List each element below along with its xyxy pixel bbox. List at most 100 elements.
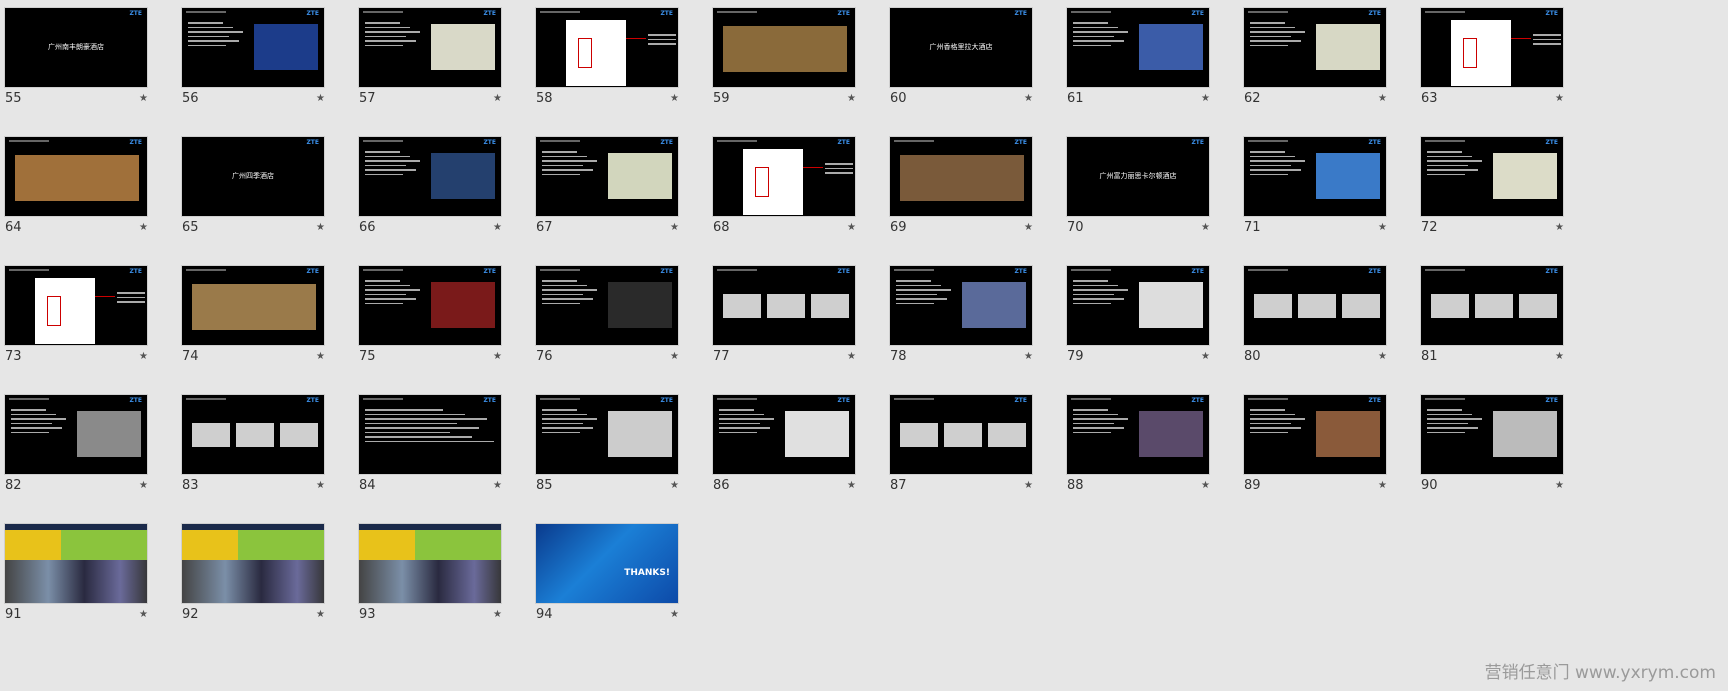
slide-thumbnail-item[interactable]: ZTE 82 ★ <box>0 387 162 497</box>
star-icon[interactable]: ★ <box>670 480 679 491</box>
slide-thumbnail[interactable]: ZTE <box>712 7 856 88</box>
slide-thumbnail[interactable]: ZTE <box>1420 265 1564 346</box>
star-icon[interactable]: ★ <box>1378 480 1387 491</box>
slide-thumbnail[interactable]: ZTE 广州南丰朗豪酒店 <box>4 7 148 88</box>
slide-thumbnail-item[interactable]: ZTE 80 ★ <box>1239 258 1401 368</box>
slide-thumbnail[interactable]: ZTE <box>1420 394 1564 475</box>
star-icon[interactable]: ★ <box>1378 222 1387 233</box>
star-icon[interactable]: ★ <box>316 351 325 362</box>
slide-thumbnail[interactable]: ZTE <box>535 7 679 88</box>
slide-thumbnail[interactable]: ZTE <box>535 265 679 346</box>
star-icon[interactable]: ★ <box>670 93 679 104</box>
star-icon[interactable]: ★ <box>139 351 148 362</box>
star-icon[interactable]: ★ <box>139 609 148 620</box>
slide-thumbnail-item[interactable]: ZTE 56 ★ <box>177 0 339 110</box>
slide-thumbnail-item[interactable]: ZTE 85 ★ <box>531 387 693 497</box>
slide-thumbnail[interactable] <box>4 523 148 604</box>
slide-thumbnail[interactable]: ZTE <box>1243 394 1387 475</box>
star-icon[interactable]: ★ <box>316 93 325 104</box>
star-icon[interactable]: ★ <box>670 222 679 233</box>
slide-thumbnail-item[interactable]: 93 ★ <box>354 516 516 626</box>
slide-thumbnail[interactable]: ZTE <box>1420 7 1564 88</box>
star-icon[interactable]: ★ <box>1555 222 1564 233</box>
star-icon[interactable]: ★ <box>493 351 502 362</box>
slide-thumbnail[interactable]: ZTE <box>1243 7 1387 88</box>
slide-thumbnail-item[interactable]: ZTE 88 ★ <box>1062 387 1224 497</box>
star-icon[interactable]: ★ <box>493 93 502 104</box>
slide-thumbnail[interactable]: THANKS! <box>535 523 679 604</box>
slide-thumbnail-item[interactable]: 92 ★ <box>177 516 339 626</box>
slide-thumbnail[interactable]: ZTE 广州富力丽思卡尔顿酒店 <box>1066 136 1210 217</box>
slide-thumbnail-item[interactable]: ZTE 73 ★ <box>0 258 162 368</box>
star-icon[interactable]: ★ <box>1555 480 1564 491</box>
slide-thumbnail-item[interactable]: ZTE 74 ★ <box>177 258 339 368</box>
slide-thumbnail-item[interactable]: ZTE 64 ★ <box>0 129 162 239</box>
slide-thumbnail[interactable]: ZTE <box>358 265 502 346</box>
star-icon[interactable]: ★ <box>847 93 856 104</box>
slide-thumbnail[interactable]: ZTE <box>889 136 1033 217</box>
slide-thumbnail[interactable]: ZTE <box>4 265 148 346</box>
star-icon[interactable]: ★ <box>1201 351 1210 362</box>
star-icon[interactable]: ★ <box>316 222 325 233</box>
slide-thumbnail-item[interactable]: ZTE 57 ★ <box>354 0 516 110</box>
slide-thumbnail[interactable]: ZTE <box>712 394 856 475</box>
star-icon[interactable]: ★ <box>1024 480 1033 491</box>
slide-thumbnail-item[interactable]: ZTE 75 ★ <box>354 258 516 368</box>
slide-thumbnail[interactable]: ZTE <box>181 265 325 346</box>
star-icon[interactable]: ★ <box>847 480 856 491</box>
slide-thumbnail-item[interactable]: ZTE 84 ★ <box>354 387 516 497</box>
star-icon[interactable]: ★ <box>1201 93 1210 104</box>
slide-thumbnail-item[interactable]: ZTE 58 ★ <box>531 0 693 110</box>
slide-thumbnail-item[interactable]: ZTE 广州富力丽思卡尔顿酒店 70 ★ <box>1062 129 1224 239</box>
slide-thumbnail[interactable] <box>358 523 502 604</box>
slide-thumbnail[interactable]: ZTE <box>1243 136 1387 217</box>
slide-thumbnail[interactable]: ZTE <box>535 136 679 217</box>
slide-thumbnail-item[interactable]: ZTE 76 ★ <box>531 258 693 368</box>
star-icon[interactable]: ★ <box>493 480 502 491</box>
slide-thumbnail-item[interactable]: ZTE 79 ★ <box>1062 258 1224 368</box>
slide-thumbnail-item[interactable]: ZTE 59 ★ <box>708 0 870 110</box>
slide-thumbnail[interactable]: ZTE <box>712 136 856 217</box>
slide-thumbnail[interactable]: ZTE <box>535 394 679 475</box>
star-icon[interactable]: ★ <box>847 222 856 233</box>
slide-thumbnail-item[interactable]: ZTE 87 ★ <box>885 387 1047 497</box>
slide-thumbnail[interactable]: ZTE <box>1243 265 1387 346</box>
slide-thumbnail-item[interactable]: ZTE 广州四季酒店 65 ★ <box>177 129 339 239</box>
slide-thumbnail-item[interactable]: ZTE 83 ★ <box>177 387 339 497</box>
slide-thumbnail-item[interactable]: ZTE 89 ★ <box>1239 387 1401 497</box>
slide-thumbnail-item[interactable]: ZTE 广州南丰朗豪酒店 55 ★ <box>0 0 162 110</box>
star-icon[interactable]: ★ <box>316 609 325 620</box>
slide-thumbnail[interactable]: ZTE <box>712 265 856 346</box>
slide-thumbnail[interactable]: ZTE <box>889 265 1033 346</box>
star-icon[interactable]: ★ <box>670 609 679 620</box>
slide-thumbnail[interactable]: ZTE <box>358 394 502 475</box>
slide-thumbnail-item[interactable]: ZTE 广州香格里拉大酒店 60 ★ <box>885 0 1047 110</box>
star-icon[interactable]: ★ <box>1024 93 1033 104</box>
star-icon[interactable]: ★ <box>1024 222 1033 233</box>
slide-thumbnail[interactable]: ZTE <box>4 136 148 217</box>
slide-thumbnail[interactable]: ZTE <box>1066 265 1210 346</box>
slide-thumbnail[interactable]: ZTE <box>181 394 325 475</box>
star-icon[interactable]: ★ <box>316 480 325 491</box>
slide-thumbnail-item[interactable]: ZTE 66 ★ <box>354 129 516 239</box>
star-icon[interactable]: ★ <box>670 351 679 362</box>
slide-thumbnail-item[interactable]: ZTE 90 ★ <box>1416 387 1578 497</box>
slide-thumbnail-item[interactable]: ZTE 77 ★ <box>708 258 870 368</box>
slide-thumbnail-item[interactable]: THANKS! 94 ★ <box>531 516 693 626</box>
slide-thumbnail[interactable] <box>181 523 325 604</box>
slide-thumbnail-item[interactable]: ZTE 72 ★ <box>1416 129 1578 239</box>
star-icon[interactable]: ★ <box>1378 351 1387 362</box>
star-icon[interactable]: ★ <box>1555 93 1564 104</box>
slide-thumbnail-item[interactable]: 91 ★ <box>0 516 162 626</box>
slide-thumbnail[interactable]: ZTE <box>889 394 1033 475</box>
slide-thumbnail[interactable]: ZTE <box>1066 7 1210 88</box>
slide-thumbnail[interactable]: ZTE <box>358 136 502 217</box>
slide-thumbnail[interactable]: ZTE 广州四季酒店 <box>181 136 325 217</box>
slide-thumbnail[interactable]: ZTE 广州香格里拉大酒店 <box>889 7 1033 88</box>
star-icon[interactable]: ★ <box>493 609 502 620</box>
slide-thumbnail-item[interactable]: ZTE 71 ★ <box>1239 129 1401 239</box>
slide-thumbnail[interactable]: ZTE <box>1420 136 1564 217</box>
slide-thumbnail[interactable]: ZTE <box>4 394 148 475</box>
slide-thumbnail[interactable]: ZTE <box>1066 394 1210 475</box>
star-icon[interactable]: ★ <box>1201 222 1210 233</box>
